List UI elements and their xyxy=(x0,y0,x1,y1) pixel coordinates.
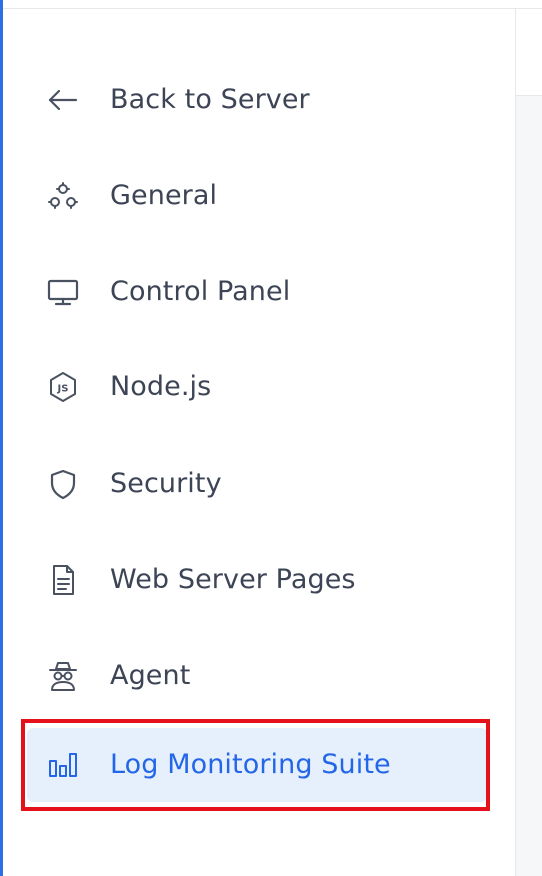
bar-chart-icon xyxy=(46,749,80,781)
sidebar-item-label: Control Panel xyxy=(110,276,291,307)
sidebar-item-general[interactable]: General xyxy=(27,165,487,227)
sidebar-item-label: Agent xyxy=(110,660,191,691)
main-content xyxy=(516,96,542,876)
sidebar-item-web-server-pages[interactable]: Web Server Pages xyxy=(27,549,487,611)
agent-icon xyxy=(46,660,80,692)
gears-icon xyxy=(46,180,80,212)
screen: Back to Server General Control Panel JS … xyxy=(0,0,542,876)
sidebar-item-nodejs[interactable]: JS Node.js xyxy=(27,356,487,418)
sidebar-item-label: General xyxy=(110,180,218,211)
main-header xyxy=(516,9,542,96)
sidebar-item-agent[interactable]: Agent xyxy=(27,645,487,707)
sidebar-item-label: Back to Server xyxy=(110,84,310,115)
shield-icon xyxy=(46,468,80,500)
sidebar-item-label: Web Server Pages xyxy=(110,564,356,595)
sidebar-item-label: Node.js xyxy=(110,371,212,402)
svg-text:JS: JS xyxy=(57,384,69,395)
arrow-left-icon xyxy=(46,84,80,116)
back-to-server-link[interactable]: Back to Server xyxy=(27,69,487,131)
sidebar-item-control-panel[interactable]: Control Panel xyxy=(27,261,487,323)
sidebar-item-log-monitoring-suite[interactable]: Log Monitoring Suite xyxy=(27,728,487,802)
sidebar-item-security[interactable]: Security xyxy=(27,453,487,515)
monitor-icon xyxy=(46,276,80,308)
document-icon xyxy=(46,564,80,596)
top-bar xyxy=(0,0,542,9)
nodejs-icon: JS xyxy=(46,371,80,403)
sidebar-item-label: Security xyxy=(110,468,222,499)
sidebar-item-label: Log Monitoring Suite xyxy=(110,749,391,780)
